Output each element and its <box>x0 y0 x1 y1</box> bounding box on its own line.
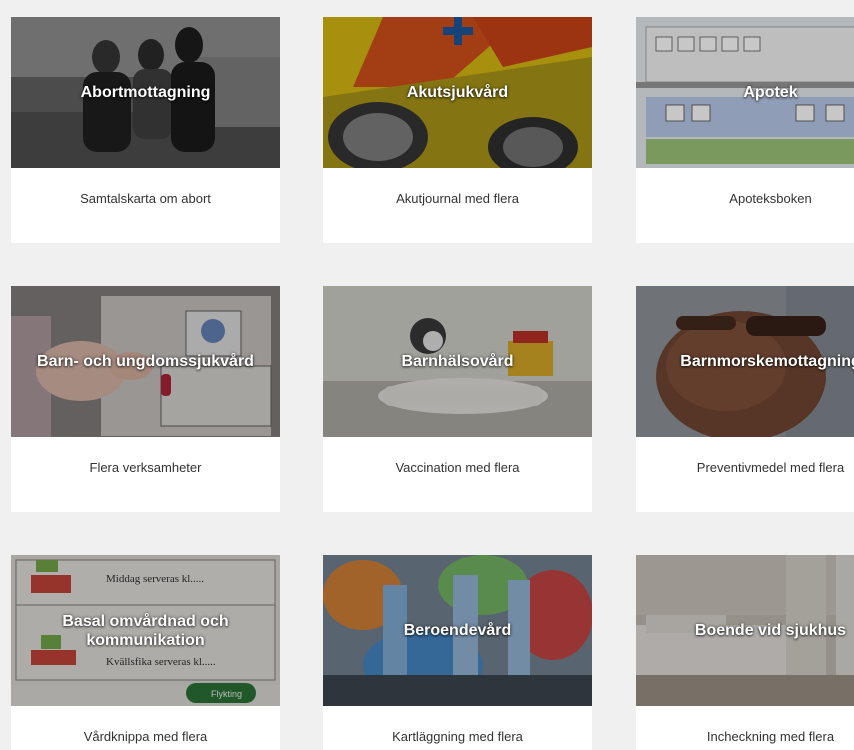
card-abortmottagning[interactable]: Abortmottagning Samtalskarta om abort <box>11 17 280 243</box>
card-subtitle: Vaccination med flera <box>395 459 520 475</box>
card-subtitle: Incheckning med flera <box>706 728 835 744</box>
card-title: Basal omvårdnad och kommunikation <box>62 612 229 649</box>
card-basal-omvardnad[interactable]: Middag serveras kl..... Kvällsfika serve… <box>11 555 280 750</box>
card-title: Abortmottagning <box>80 84 211 101</box>
card-barnmorskemottagning[interactable]: Barnmorskemottagning Preventivmedel med … <box>636 286 854 512</box>
card-title: Barnhälsovård <box>401 353 514 370</box>
card-title: Akutsjukvård <box>406 84 509 101</box>
card-title: Barn- och ungdomssjukvård <box>37 353 254 370</box>
card-beroendevard[interactable]: Beroendevård Kartläggning med flera <box>323 555 592 750</box>
card-subtitle: Vårdknippa med flera <box>83 728 208 744</box>
card-barnhalsovard[interactable]: Barnhälsovård Vaccination med flera <box>323 286 592 512</box>
card-subtitle: Apoteksboken <box>729 190 812 206</box>
card-apotek[interactable]: Apotek Apoteksboken <box>636 17 854 243</box>
card-subtitle: Akutjournal med flera <box>396 190 519 206</box>
card-title: Beroendevård <box>403 622 512 639</box>
card-subtitle: Samtalskarta om abort <box>80 190 211 206</box>
card-akutsjukvard[interactable]: Akutsjukvård Akutjournal med flera <box>323 17 592 243</box>
card-title: Boende vid sjukhus <box>694 622 847 639</box>
card-subtitle: Flera verksamheter <box>89 459 202 475</box>
card-subtitle: Kartläggning med flera <box>392 728 523 744</box>
card-barn-och-ungdomssjukvard[interactable]: Barn- och ungdomssjukvård Flera verksamh… <box>11 286 280 512</box>
card-subtitle: Preventivmedel med flera <box>696 459 845 475</box>
card-boende-vid-sjukhus[interactable]: Boende vid sjukhus Incheckning med flera <box>636 555 854 750</box>
card-title: Apotek <box>743 84 798 101</box>
card-title: Barnmorskemottagning <box>680 353 854 370</box>
category-grid: Abortmottagning Samtalskarta om abort Ak… <box>0 0 854 750</box>
